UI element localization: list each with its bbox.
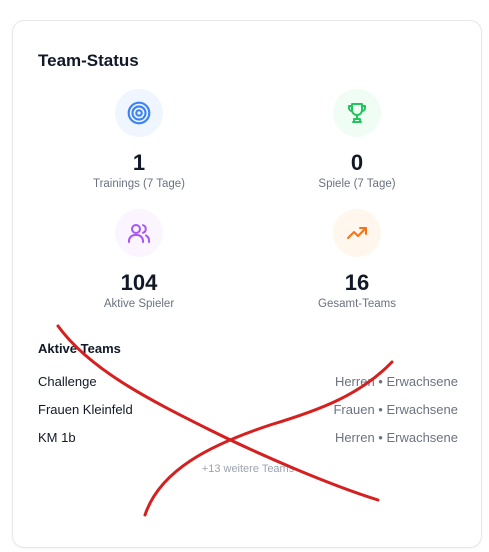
team-meta: Frauen • Erwachsene bbox=[333, 401, 458, 417]
stat-value: 0 bbox=[350, 150, 364, 175]
team-meta: Herren • Erwachsene bbox=[334, 429, 458, 445]
trophy-icon bbox=[333, 89, 381, 137]
target-icon bbox=[115, 89, 163, 137]
stat-trainings: 1 Trainings (7 Tage) bbox=[39, 89, 239, 190]
users-icon bbox=[115, 209, 163, 257]
team-row[interactable]: Challenge Herren • Erwachsene bbox=[38, 371, 458, 391]
team-name: Frauen Kleinfeld bbox=[38, 401, 133, 417]
active-teams-title: Aktive Teams bbox=[38, 341, 121, 356]
team-row[interactable]: KM 1b Herren • Erwachsene bbox=[38, 427, 458, 447]
more-teams-link[interactable]: +13 weitere Teams bbox=[13, 463, 483, 475]
stat-teams: 16 Gesamt-Teams bbox=[257, 209, 457, 310]
trending-up-icon bbox=[333, 209, 381, 257]
stat-spieler: 104 Aktive Spieler bbox=[39, 209, 239, 310]
stat-label: Spiele (7 Tage) bbox=[318, 178, 396, 190]
stat-value: 1 bbox=[132, 150, 146, 175]
team-row[interactable]: Frauen Kleinfeld Frauen • Erwachsene bbox=[38, 399, 458, 419]
team-meta: Herren • Erwachsene bbox=[334, 373, 458, 389]
stat-value: 104 bbox=[120, 270, 158, 295]
stat-label: Aktive Spieler bbox=[103, 298, 175, 310]
card-title: Team-Status bbox=[38, 51, 139, 70]
team-status-card: Team-Status 1 Trainings (7 Tage) 0 Spiel… bbox=[12, 20, 482, 548]
stat-spiele: 0 Spiele (7 Tage) bbox=[257, 89, 457, 190]
stat-value: 16 bbox=[344, 270, 370, 295]
team-name: Challenge bbox=[38, 373, 97, 389]
team-name: KM 1b bbox=[38, 429, 76, 445]
stat-label: Gesamt-Teams bbox=[318, 298, 396, 310]
stat-label: Trainings (7 Tage) bbox=[92, 178, 186, 190]
